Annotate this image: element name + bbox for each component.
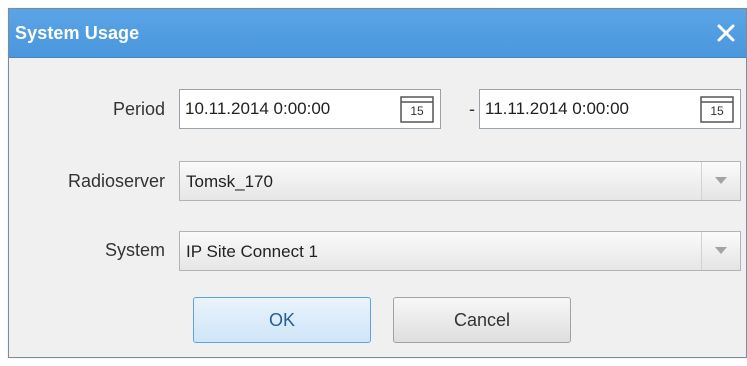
radioserver-select[interactable]: Tomsk_170 <box>179 161 741 201</box>
system-dropdown-button[interactable] <box>701 232 740 270</box>
system-value: IP Site Connect 1 <box>186 242 318 261</box>
title-bar[interactable]: System Usage <box>9 9 746 58</box>
period-label: Period <box>112 99 165 119</box>
cancel-button[interactable]: Cancel <box>393 297 571 343</box>
radioserver-dropdown-button[interactable] <box>701 162 740 200</box>
close-icon <box>717 24 735 42</box>
calendar-button-from[interactable]: 15 <box>400 95 434 123</box>
radioserver-value: Tomsk_170 <box>186 172 273 191</box>
system-usage-dialog: System Usage Period 10.11.2014 0:00:00 1… <box>8 8 747 358</box>
period-from-value: 10.11.2014 0:00:00 <box>185 99 331 118</box>
stage: System Usage Period 10.11.2014 0:00:00 1… <box>0 0 747 366</box>
radioserver-label: Radioserver <box>67 171 165 191</box>
close-button[interactable] <box>712 19 740 47</box>
calendar-day: 15 <box>410 104 424 118</box>
period-to-value: 11.11.2014 0:00:00 <box>485 99 630 118</box>
system-select[interactable]: IP Site Connect 1 <box>179 231 741 271</box>
period-from-input[interactable]: 10.11.2014 0:00:00 15 <box>179 89 441 129</box>
period-separator: - <box>469 99 475 119</box>
chevron-down-icon <box>715 177 727 184</box>
system-label: System <box>104 240 165 260</box>
calendar-button-to[interactable]: 15 <box>700 95 734 123</box>
period-to-input[interactable]: 11.11.2014 0:00:00 15 <box>479 89 741 129</box>
chevron-down-icon <box>715 247 727 254</box>
dialog-title: System Usage <box>15 23 140 43</box>
calendar-day: 15 <box>710 104 724 118</box>
ok-button[interactable]: OK <box>193 297 371 343</box>
